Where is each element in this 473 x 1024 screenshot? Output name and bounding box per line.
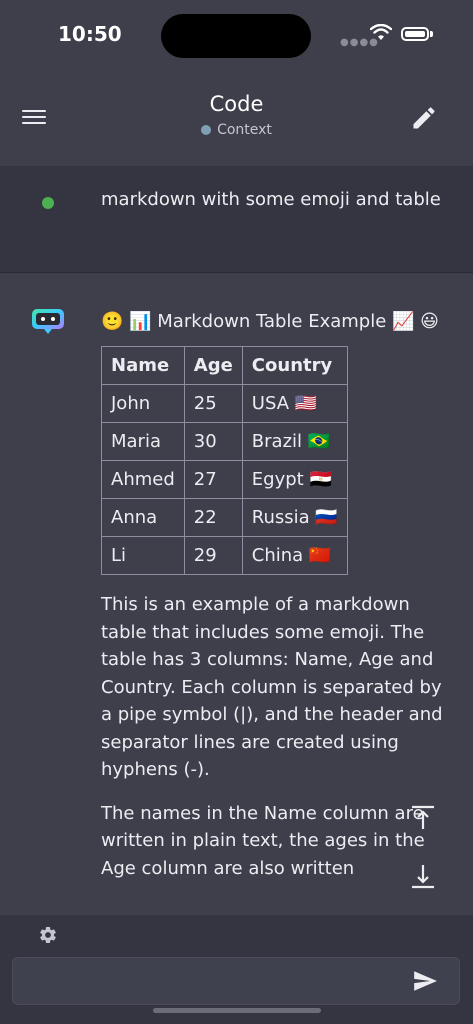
table-cell: Brazil 🇧🇷	[241, 422, 348, 461]
edit-button[interactable]	[410, 104, 438, 132]
send-icon	[414, 971, 437, 991]
table-cell: 30	[183, 422, 243, 461]
table-cell: Anna	[101, 498, 185, 537]
context-status-dot	[201, 125, 212, 135]
markdown-table: Name Age Country John 25 USA 🇺🇸 Maria 30…	[101, 346, 348, 575]
table-cell: Egypt 🇪🇬	[241, 460, 348, 499]
user-message	[0, 166, 473, 273]
page-title: Code	[209, 92, 264, 116]
table-cell: Li	[101, 536, 185, 575]
table-header-cell: Age	[183, 346, 243, 385]
context-label: Context	[217, 122, 272, 138]
settings-button[interactable]	[38, 925, 58, 945]
arrow-to-top-icon	[412, 805, 434, 829]
message-input-box	[12, 957, 460, 1006]
context-indicator[interactable]: Context	[201, 122, 272, 138]
send-button[interactable]	[412, 968, 438, 994]
user-status-dot	[42, 197, 54, 209]
battery-tip	[430, 31, 433, 37]
home-indicator	[153, 1008, 321, 1013]
dynamic-island	[161, 14, 311, 58]
header-title-group: Code Context	[0, 92, 473, 139]
scroll-to-bottom-button[interactable]	[405, 860, 441, 894]
table-row: Anna 22 Russia 🇷🇺	[101, 498, 348, 537]
table-row: Li 29 China 🇨🇳	[101, 536, 348, 575]
battery-icon	[401, 27, 429, 41]
status-bar: 10:50 ●●●●	[0, 0, 473, 70]
table-cell: Ahmed	[101, 460, 185, 499]
table-cell: USA 🇺🇸	[241, 384, 348, 423]
pencil-icon	[413, 107, 435, 129]
table-header-cell: Name	[101, 346, 185, 385]
status-time: 10:50	[58, 22, 122, 46]
table-header-cell: Country	[241, 346, 348, 385]
arrow-to-bottom-icon	[412, 865, 434, 889]
gear-icon	[40, 926, 56, 944]
message-input[interactable]	[25, 958, 409, 1006]
table-cell: John	[101, 384, 185, 423]
table-cell: 22	[183, 498, 243, 537]
wifi-icon	[369, 23, 393, 47]
assistant-paragraph: The names in the Name column are written…	[101, 802, 425, 879]
table-cell: Maria	[101, 422, 185, 461]
table-cell: 25	[183, 384, 243, 423]
user-message-text: markdown with some emoji and table	[101, 189, 441, 210]
assistant-heading: 🙂 📊 Markdown Table Example 📈 😃	[101, 311, 439, 332]
assistant-message: 🙂 📊 Markdown Table Example 📈 😃 Name Age …	[101, 308, 446, 882]
table-cell: 29	[183, 536, 243, 575]
table-cell: China 🇨🇳	[241, 536, 348, 575]
scroll-to-top-button[interactable]	[405, 802, 441, 836]
app-header: Code Context	[0, 70, 473, 166]
table-row: John 25 USA 🇺🇸	[101, 384, 348, 423]
table-row: Maria 30 Brazil 🇧🇷	[101, 422, 348, 461]
table-cell: 27	[183, 460, 243, 499]
table-cell: Russia 🇷🇺	[241, 498, 348, 537]
table-header-row: Name Age Country	[101, 346, 348, 385]
robot-icon	[30, 307, 66, 339]
table-row: Ahmed 27 Egypt 🇪🇬	[101, 460, 348, 499]
assistant-paragraph: This is an example of a markdown table t…	[101, 594, 443, 780]
